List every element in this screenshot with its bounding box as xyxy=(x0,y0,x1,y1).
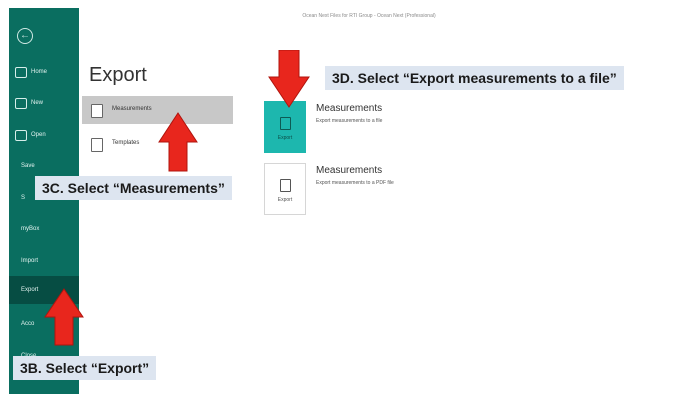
sidebar-item-label: myBox xyxy=(21,226,40,232)
sidebar-item-label: New xyxy=(31,100,44,106)
sidebar-item-label: Acco xyxy=(21,321,35,327)
option-description: Export measurements to a file xyxy=(316,118,383,124)
sidebar-item-label: Open xyxy=(31,132,46,138)
arrow-up-export xyxy=(44,288,84,346)
export-pdf-icon xyxy=(280,179,291,192)
sidebar-item-open[interactable]: Open xyxy=(9,125,79,145)
sidebar-item-save[interactable]: Save xyxy=(9,156,79,176)
callout-step-3b: 3B. Select “Export” xyxy=(13,356,157,380)
sidebar-item-label: Home xyxy=(31,69,48,75)
option-title: Measurements xyxy=(316,103,383,114)
nav-item-label: Measurements xyxy=(112,106,152,112)
sidebar-item-label: S xyxy=(21,195,26,201)
export-file-icon xyxy=(280,117,291,130)
sidebar-item-new[interactable]: New xyxy=(9,93,79,113)
sidebar-item-mybox[interactable]: myBox xyxy=(9,219,79,239)
sidebar-item-import[interactable]: Import xyxy=(9,251,79,271)
arrow-up-measurements xyxy=(158,112,198,172)
nav-item-label: Templates xyxy=(112,140,140,146)
window-title: Ocean Next Files for RTI Group - Ocean N… xyxy=(302,13,436,19)
home-icon xyxy=(15,67,27,78)
tile-label: Export xyxy=(277,197,293,203)
folder-icon xyxy=(15,130,27,141)
sidebar-item-home[interactable]: Home xyxy=(9,62,79,82)
option-description: Export measurements to a PDF file xyxy=(316,180,394,186)
sidebar-item-label: Import xyxy=(21,258,39,264)
new-document-icon xyxy=(15,98,27,109)
tile-label: Export xyxy=(277,135,293,141)
templates-icon xyxy=(91,138,103,152)
measurements-icon xyxy=(91,104,103,118)
callout-step-3d: 3D. Select “Export measurements to a fil… xyxy=(325,66,624,90)
sidebar-item-label: Export xyxy=(21,287,39,293)
option-title: Measurements xyxy=(316,165,383,176)
sidebar-item-label: Save xyxy=(21,163,35,169)
export-measurements-pdf-button[interactable]: Export xyxy=(264,163,306,215)
arrow-down-export-file xyxy=(268,50,310,108)
callout-step-3c: 3C. Select “Measurements” xyxy=(35,176,232,200)
export-measurements-file-button[interactable]: Export xyxy=(264,101,306,153)
page-title: Export xyxy=(89,64,147,86)
back-arrow-icon[interactable]: ← xyxy=(17,28,33,44)
